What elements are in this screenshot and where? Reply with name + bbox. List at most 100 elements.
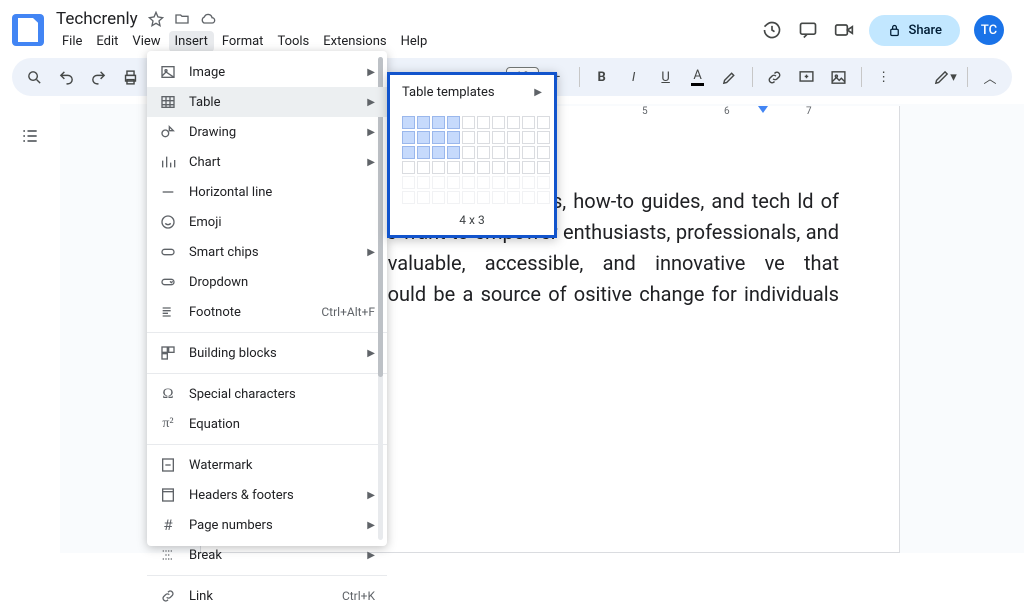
grid-cell[interactable] (492, 176, 505, 189)
italic-icon[interactable]: I (620, 63, 648, 91)
grid-cell[interactable] (432, 146, 445, 159)
highlight-icon[interactable] (716, 63, 744, 91)
more-icon[interactable]: ⋮ (870, 63, 898, 91)
move-icon[interactable] (174, 11, 190, 27)
grid-cell[interactable] (402, 131, 415, 144)
insert-menu-footnote[interactable]: FootnoteCtrl+Alt+F (147, 297, 387, 327)
grid-cell[interactable] (447, 176, 460, 189)
grid-cell[interactable] (447, 161, 460, 174)
docs-logo[interactable] (12, 14, 44, 46)
grid-cell[interactable] (492, 131, 505, 144)
ruler-marker-icon[interactable] (758, 106, 768, 113)
grid-cell[interactable] (462, 191, 475, 204)
bold-icon[interactable]: B (588, 63, 616, 91)
collapse-icon[interactable]: ︿ (976, 63, 1004, 91)
insert-menu-building-blocks[interactable]: Building blocks▶ (147, 338, 387, 368)
grid-cell[interactable] (402, 176, 415, 189)
grid-cell[interactable] (402, 116, 415, 129)
insert-menu-smart-chips[interactable]: Smart chips▶ (147, 237, 387, 267)
grid-cell[interactable] (477, 146, 490, 159)
grid-cell[interactable] (432, 176, 445, 189)
grid-cell[interactable] (507, 131, 520, 144)
insert-menu-break[interactable]: Break▶ (147, 540, 387, 570)
grid-cell[interactable] (477, 131, 490, 144)
table-size-picker[interactable] (390, 110, 554, 209)
insert-menu-drawing[interactable]: Drawing▶ (147, 117, 387, 147)
edit-mode-icon[interactable]: ▾ (931, 63, 959, 91)
cloud-icon[interactable] (200, 11, 216, 27)
grid-cell[interactable] (417, 146, 430, 159)
star-icon[interactable] (148, 11, 164, 27)
menu-format[interactable]: Format (216, 31, 270, 52)
insert-image-icon[interactable] (825, 63, 853, 91)
grid-cell[interactable] (477, 191, 490, 204)
grid-cell[interactable] (522, 161, 535, 174)
grid-cell[interactable] (522, 191, 535, 204)
grid-cell[interactable] (462, 176, 475, 189)
meet-icon[interactable] (833, 19, 855, 41)
grid-cell[interactable] (477, 116, 490, 129)
grid-cell[interactable] (417, 176, 430, 189)
grid-cell[interactable] (522, 131, 535, 144)
grid-cell[interactable] (417, 191, 430, 204)
insert-menu-link[interactable]: LinkCtrl+K (147, 581, 387, 611)
grid-cell[interactable] (402, 191, 415, 204)
grid-cell[interactable] (537, 116, 550, 129)
insert-menu-chart[interactable]: Chart▶ (147, 147, 387, 177)
grid-cell[interactable] (507, 116, 520, 129)
insert-menu-image[interactable]: Image▶ (147, 57, 387, 87)
grid-cell[interactable] (522, 116, 535, 129)
grid-cell[interactable] (492, 161, 505, 174)
grid-cell[interactable] (432, 191, 445, 204)
grid-cell[interactable] (462, 131, 475, 144)
grid-cell[interactable] (477, 161, 490, 174)
link-icon[interactable] (761, 63, 789, 91)
grid-cell[interactable] (447, 191, 460, 204)
insert-menu-headers-footers[interactable]: Headers & footers▶ (147, 480, 387, 510)
grid-cell[interactable] (417, 161, 430, 174)
grid-cell[interactable] (492, 191, 505, 204)
grid-cell[interactable] (447, 146, 460, 159)
share-button[interactable]: Share (869, 15, 960, 46)
grid-cell[interactable] (417, 131, 430, 144)
menu-tools[interactable]: Tools (271, 31, 315, 52)
grid-cell[interactable] (462, 116, 475, 129)
menu-extensions[interactable]: Extensions (317, 31, 392, 52)
comments-icon[interactable] (797, 19, 819, 41)
table-templates-item[interactable]: Table templates ▶ (390, 75, 554, 110)
print-icon[interactable] (116, 63, 144, 91)
avatar[interactable]: TC (974, 15, 1004, 45)
menu-view[interactable]: View (126, 31, 166, 52)
grid-cell[interactable] (537, 176, 550, 189)
add-comment-icon[interactable] (793, 63, 821, 91)
menu-help[interactable]: Help (395, 31, 434, 52)
grid-cell[interactable] (432, 116, 445, 129)
grid-cell[interactable] (432, 161, 445, 174)
grid-cell[interactable] (447, 116, 460, 129)
grid-cell[interactable] (537, 131, 550, 144)
grid-cell[interactable] (507, 176, 520, 189)
grid-cell[interactable] (492, 146, 505, 159)
grid-cell[interactable] (462, 146, 475, 159)
grid-cell[interactable] (537, 146, 550, 159)
insert-menu-dropdown[interactable]: Dropdown (147, 267, 387, 297)
menu-file[interactable]: File (56, 31, 88, 52)
grid-cell[interactable] (507, 146, 520, 159)
insert-menu-watermark[interactable]: Watermark (147, 450, 387, 480)
menu-insert[interactable]: Insert (169, 31, 214, 52)
history-icon[interactable] (761, 19, 783, 41)
insert-menu-equation[interactable]: π²Equation (147, 409, 387, 439)
text-color-icon[interactable]: A (684, 63, 712, 91)
grid-cell[interactable] (462, 161, 475, 174)
grid-cell[interactable] (417, 116, 430, 129)
grid-cell[interactable] (522, 176, 535, 189)
grid-cell[interactable] (507, 161, 520, 174)
outline-icon[interactable] (20, 126, 40, 553)
grid-cell[interactable] (477, 176, 490, 189)
grid-cell[interactable] (537, 191, 550, 204)
menu-edit[interactable]: Edit (90, 31, 124, 52)
underline-icon[interactable]: U (652, 63, 680, 91)
redo-icon[interactable] (84, 63, 112, 91)
insert-menu-horizontal-line[interactable]: Horizontal line (147, 177, 387, 207)
insert-menu-special-characters[interactable]: ΩSpecial characters (147, 379, 387, 409)
